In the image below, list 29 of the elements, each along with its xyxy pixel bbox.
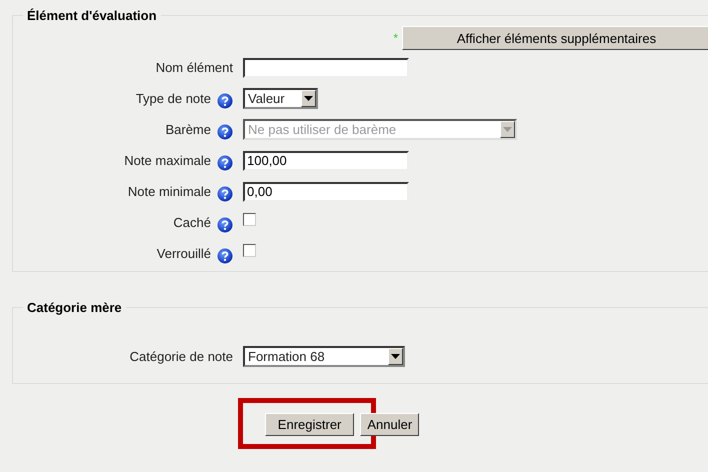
required-mark: * [393,31,398,45]
field-label: Note minimale [128,184,211,199]
dropdown[interactable]: Formation 68 [243,346,405,367]
section-title: Catégorie mère [26,300,123,315]
help-icon[interactable] [217,154,233,170]
field-label: Caché [173,215,211,230]
help-icon[interactable] [217,216,233,232]
form-button[interactable]: Annuler [360,413,420,436]
field-label: Barème [165,122,211,137]
checkbox[interactable] [243,244,256,257]
caret-icon [391,354,400,359]
dropdown[interactable]: Valeur [243,88,318,109]
show-more-button[interactable]: Afficher éléments supplémentaires [402,26,708,50]
form-button[interactable]: Enregistrer [264,413,354,436]
help-icon[interactable] [217,92,233,108]
field-label: Note maximale [124,153,211,168]
caret-icon [304,96,313,101]
help-icon[interactable] [217,186,233,202]
field-label: Catégorie de note [130,349,233,364]
text-field[interactable]: 100,00 [243,150,409,170]
section-title: Élément d'évaluation [26,8,158,23]
checkbox[interactable] [243,213,256,226]
help-icon[interactable] [217,248,233,264]
caret-icon [503,127,512,132]
field-label: Verrouillé [156,246,211,261]
field-label: Type de note [136,91,211,106]
field-label: Nom élément [156,60,233,75]
text-field[interactable] [243,58,409,78]
text-field[interactable]: 0,00 [243,182,409,202]
